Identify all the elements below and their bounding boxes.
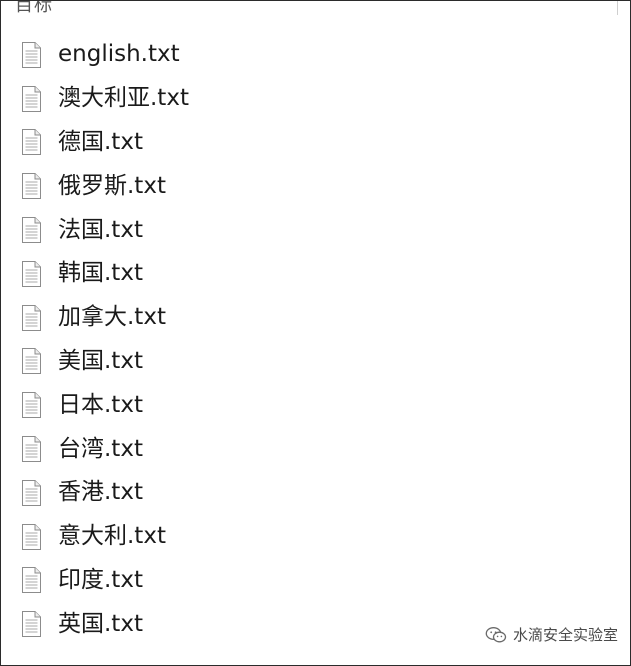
file-item[interactable]: 意大利.txt	[1, 515, 630, 559]
file-name: 澳大利亚.txt	[58, 85, 189, 112]
text-file-icon	[22, 129, 41, 156]
file-item[interactable]: 日本.txt	[1, 383, 630, 427]
text-file-icon	[22, 173, 41, 200]
file-item[interactable]: 俄罗斯.txt	[1, 164, 630, 208]
file-item[interactable]: 澳大利亚.txt	[1, 77, 630, 121]
file-list: english.txt 澳大利亚.txt 德国.txt 俄罗斯.txt 法国.t…	[1, 33, 630, 646]
watermark: 水滴安全实验室	[485, 624, 618, 645]
text-file-icon	[22, 260, 41, 287]
file-explorer-window: 目标 english.txt 澳大利亚.txt 德国.txt 俄罗斯.txt 法…	[0, 0, 631, 666]
text-file-icon	[22, 217, 41, 244]
file-item[interactable]: 韩国.txt	[1, 252, 630, 296]
file-name: english.txt	[58, 41, 180, 68]
text-file-icon	[22, 85, 41, 112]
file-name: 英国.txt	[58, 610, 143, 637]
text-file-icon	[22, 304, 41, 331]
file-name: 法国.txt	[58, 216, 143, 243]
wechat-icon	[485, 626, 507, 642]
file-name: 台湾.txt	[58, 435, 143, 462]
file-item[interactable]: 台湾.txt	[1, 427, 630, 471]
file-name: 美国.txt	[58, 347, 143, 374]
file-item[interactable]: 加拿大.txt	[1, 296, 630, 340]
file-item[interactable]: english.txt	[1, 33, 630, 77]
file-name: 香港.txt	[58, 479, 143, 506]
partial-header-title: 目标	[15, 0, 53, 16]
text-file-icon	[22, 392, 41, 419]
file-name: 俄罗斯.txt	[58, 172, 166, 199]
file-name: 意大利.txt	[58, 523, 166, 550]
text-file-icon	[22, 348, 41, 375]
file-item[interactable]: 印度.txt	[1, 559, 630, 603]
file-name: 加拿大.txt	[58, 304, 166, 331]
file-name: 印度.txt	[58, 566, 143, 593]
text-file-icon	[22, 523, 41, 550]
text-file-icon	[22, 436, 41, 463]
file-item[interactable]: 德国.txt	[1, 121, 630, 165]
file-item[interactable]: 美国.txt	[1, 340, 630, 384]
file-item[interactable]: 法国.txt	[1, 208, 630, 252]
file-name: 德国.txt	[58, 128, 143, 155]
file-name: 韩国.txt	[58, 260, 143, 287]
text-file-icon	[22, 41, 41, 68]
file-name: 日本.txt	[58, 391, 143, 418]
file-item[interactable]: 香港.txt	[1, 471, 630, 515]
text-file-icon	[22, 479, 41, 506]
watermark-text: 水滴安全实验室	[512, 626, 618, 644]
text-file-icon	[22, 567, 41, 594]
text-file-icon	[22, 611, 41, 638]
scrollbar-edge	[617, 1, 618, 15]
